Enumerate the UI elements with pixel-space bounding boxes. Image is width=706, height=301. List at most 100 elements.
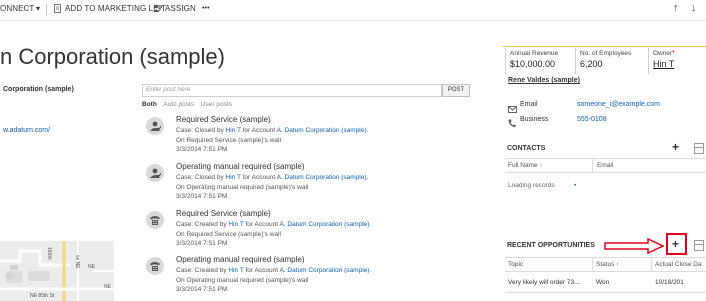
loading-indicator: • — [574, 182, 577, 189]
email-link[interactable]: someone_i@example.com — [577, 101, 660, 108]
map-street-label: NE — [88, 264, 95, 270]
business-phone-link[interactable]: 555-0108 — [577, 116, 607, 123]
feed-item-date: 3/3/2014 7:51 PM — [176, 146, 228, 153]
business-phone-label: Business — [520, 116, 549, 123]
feed-filters: Both Auto posts User posts — [142, 101, 237, 108]
opportunity-status-cell: Won — [596, 279, 610, 286]
feed-item: Operating manual required (sample) Case:… — [146, 255, 466, 299]
employees-label: No. of Employees — [580, 50, 632, 57]
divider — [651, 257, 652, 271]
annual-revenue-label: Annual Revenue — [510, 50, 559, 57]
owner-label: Owner* — [653, 50, 675, 57]
employees-field: No. of Employees 6,200 — [575, 48, 646, 74]
owner-field: Owner* Hin T — [648, 48, 706, 74]
primary-contact-link[interactable]: Rene Valdes (sample) — [508, 77, 580, 84]
map-image — [0, 241, 114, 301]
feed-item-summary: Case: Created by Hin T for Account A. Da… — [176, 267, 372, 274]
column-header-status[interactable]: Status ↑ — [596, 261, 619, 268]
feed-item-date: 3/3/2014 7:51 PM — [176, 286, 228, 293]
grid-view-icon[interactable] — [694, 240, 704, 251]
marketing-list-icon — [54, 4, 61, 14]
user-link[interactable]: Hin T — [226, 127, 241, 134]
connect-dropdown-icon[interactable]: ▾ — [36, 4, 40, 13]
divider — [505, 158, 706, 159]
assign-button[interactable]: ASSIGN — [153, 4, 196, 13]
separator — [46, 4, 47, 16]
connect-button[interactable]: ONNECT — [0, 4, 34, 13]
feed-item-title[interactable]: Required Service (sample) — [176, 209, 271, 218]
column-header-actual-close-date[interactable]: Actual Close Da — [655, 261, 702, 268]
grid-view-icon[interactable] — [694, 143, 704, 154]
divider — [505, 271, 706, 272]
annotation-arrow — [604, 237, 665, 259]
feed-item-title[interactable]: Operating manual required (sample) — [176, 162, 305, 171]
employees-value[interactable]: 6,200 — [580, 59, 603, 69]
user-link[interactable]: Hin T — [228, 221, 243, 228]
map-street-label: ve NE — [74, 255, 80, 269]
account-link[interactable]: A. Datum Corporation (sample). — [277, 127, 369, 134]
divider — [505, 257, 706, 258]
account-link[interactable]: A. Datum Corporation (sample). — [279, 267, 371, 274]
page-title: n Corporation (sample) — [0, 44, 225, 69]
next-record-icon[interactable]: ↓ — [691, 2, 697, 14]
website-link[interactable]: w.adatum.com/ — [3, 127, 50, 134]
contacts-section-title: CONTACTS — [507, 145, 546, 152]
feed-item-wall: On Operating manual required (sample)'s … — [176, 277, 309, 284]
divider — [505, 172, 706, 173]
closed-case-icon — [146, 117, 164, 135]
feed-item: Required Service (sample) Case: Created … — [146, 209, 466, 253]
column-header-topic[interactable]: Topic — [508, 261, 523, 268]
feed-item-wall: On Operating manual required (sample)'s … — [176, 184, 309, 191]
previous-record-icon[interactable]: ↑ — [673, 2, 679, 14]
user-link[interactable]: Hin T — [226, 174, 241, 181]
command-bar: ONNECT ▾ ADD TO MARKETING LIST ASSIGN ••… — [0, 0, 706, 21]
post-input[interactable]: Enter post here — [142, 84, 442, 97]
user-link[interactable]: Hin T — [228, 267, 243, 274]
account-link[interactable]: A. Datum Corporation (sample). — [279, 221, 371, 228]
owner-value[interactable]: Hin T — [653, 59, 674, 69]
add-to-marketing-list-label: ADD TO MARKETING LIST — [65, 4, 166, 13]
column-header-full-name[interactable]: Full Name ↑ — [508, 162, 543, 169]
divider — [592, 158, 593, 172]
parent-account-link[interactable]: Corporation (sample) — [3, 86, 74, 93]
feed-item-title[interactable]: Required Service (sample) — [176, 115, 271, 124]
map-street-label: 160th — [46, 247, 52, 260]
loading-records-text: Loading records — [508, 182, 555, 189]
account-link[interactable]: A. Datum Corporation (sample). — [277, 174, 369, 181]
feed-item-summary: Case: Created by Hin T for Account A. Da… — [176, 221, 372, 228]
divider — [505, 292, 706, 293]
opportunity-topic-cell[interactable]: Very likely will order 73... — [508, 279, 580, 286]
map-street-label: NE — [104, 284, 111, 290]
feed-item-title[interactable]: Operating manual required (sample) — [176, 255, 305, 264]
annual-revenue-field: Annual Revenue $10,000.00 — [505, 48, 572, 74]
divider — [592, 257, 593, 271]
required-marker: * — [672, 50, 675, 57]
feed-item-wall: On Required Service (sample)'s wall — [176, 137, 281, 144]
feed-item-date: 3/3/2014 7:51 PM — [176, 193, 228, 200]
recent-opportunities-title: RECENT OPPORTUNITIES — [507, 242, 595, 249]
annual-revenue-value[interactable]: $10,000.00 — [510, 59, 555, 69]
post-placeholder: Enter post here — [146, 86, 191, 93]
filter-both[interactable]: Both — [142, 101, 157, 108]
phone-icon — [508, 115, 516, 133]
map[interactable]: 160th ve NE NE NE NE 85th St — [0, 241, 114, 301]
map-street-label: NE 85th St — [30, 293, 55, 299]
add-contact-icon[interactable]: + — [672, 140, 679, 154]
more-commands-icon[interactable]: ••• — [202, 5, 210, 12]
phone-case-icon — [146, 257, 164, 275]
post-button[interactable]: POST — [442, 84, 470, 97]
feed-item-summary: Case: Closed by Hin T for Account A. Dat… — [176, 174, 369, 181]
assign-label: ASSIGN — [165, 4, 196, 13]
phone-case-icon — [146, 211, 164, 229]
feed-item-date: 3/3/2014 7:51 PM — [176, 240, 228, 247]
feed-item-summary: Case: Closed by Hin T for Account A. Dat… — [176, 127, 369, 134]
filter-auto-posts[interactable]: Auto posts — [163, 101, 194, 108]
filter-user-posts[interactable]: User posts — [201, 101, 232, 108]
column-header-email[interactable]: Email — [597, 162, 613, 169]
feed-item: Required Service (sample) Case: Closed b… — [146, 115, 466, 159]
email-label: Email — [520, 101, 538, 108]
feed-item-wall: On Required Service (sample)'s wall — [176, 231, 281, 238]
add-opportunity-icon[interactable]: + — [672, 237, 679, 251]
add-to-marketing-list-button[interactable]: ADD TO MARKETING LIST — [54, 4, 166, 14]
closed-case-icon — [146, 164, 164, 182]
